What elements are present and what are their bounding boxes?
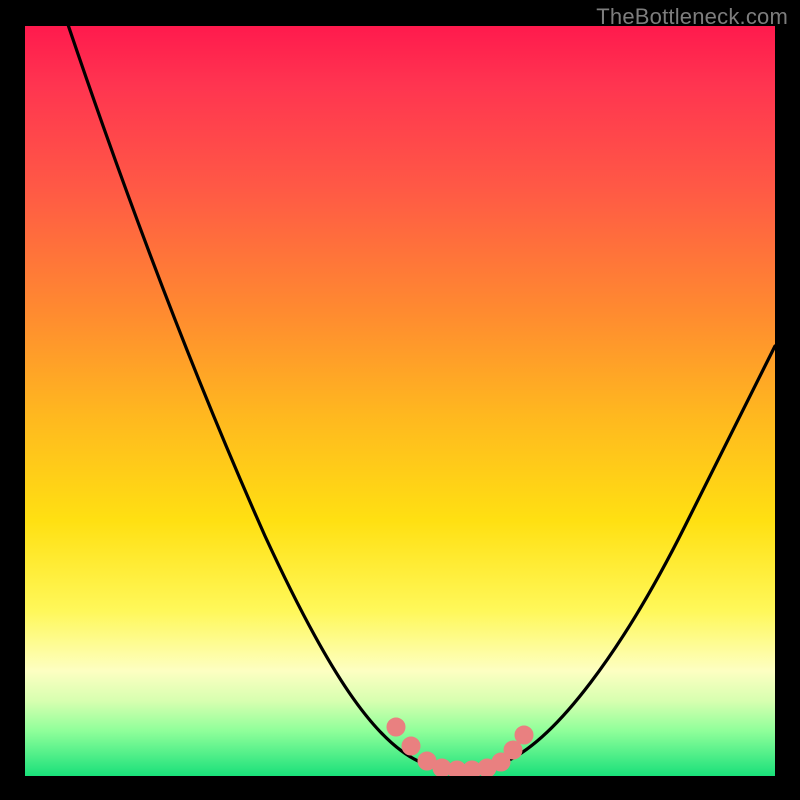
chart-frame: TheBottleneck.com (0, 0, 800, 800)
plot-area (25, 26, 775, 776)
trough-markers (387, 718, 533, 776)
watermark-text: TheBottleneck.com (596, 4, 788, 30)
bottleneck-curve-svg (25, 26, 775, 776)
bottleneck-curve (55, 26, 775, 769)
